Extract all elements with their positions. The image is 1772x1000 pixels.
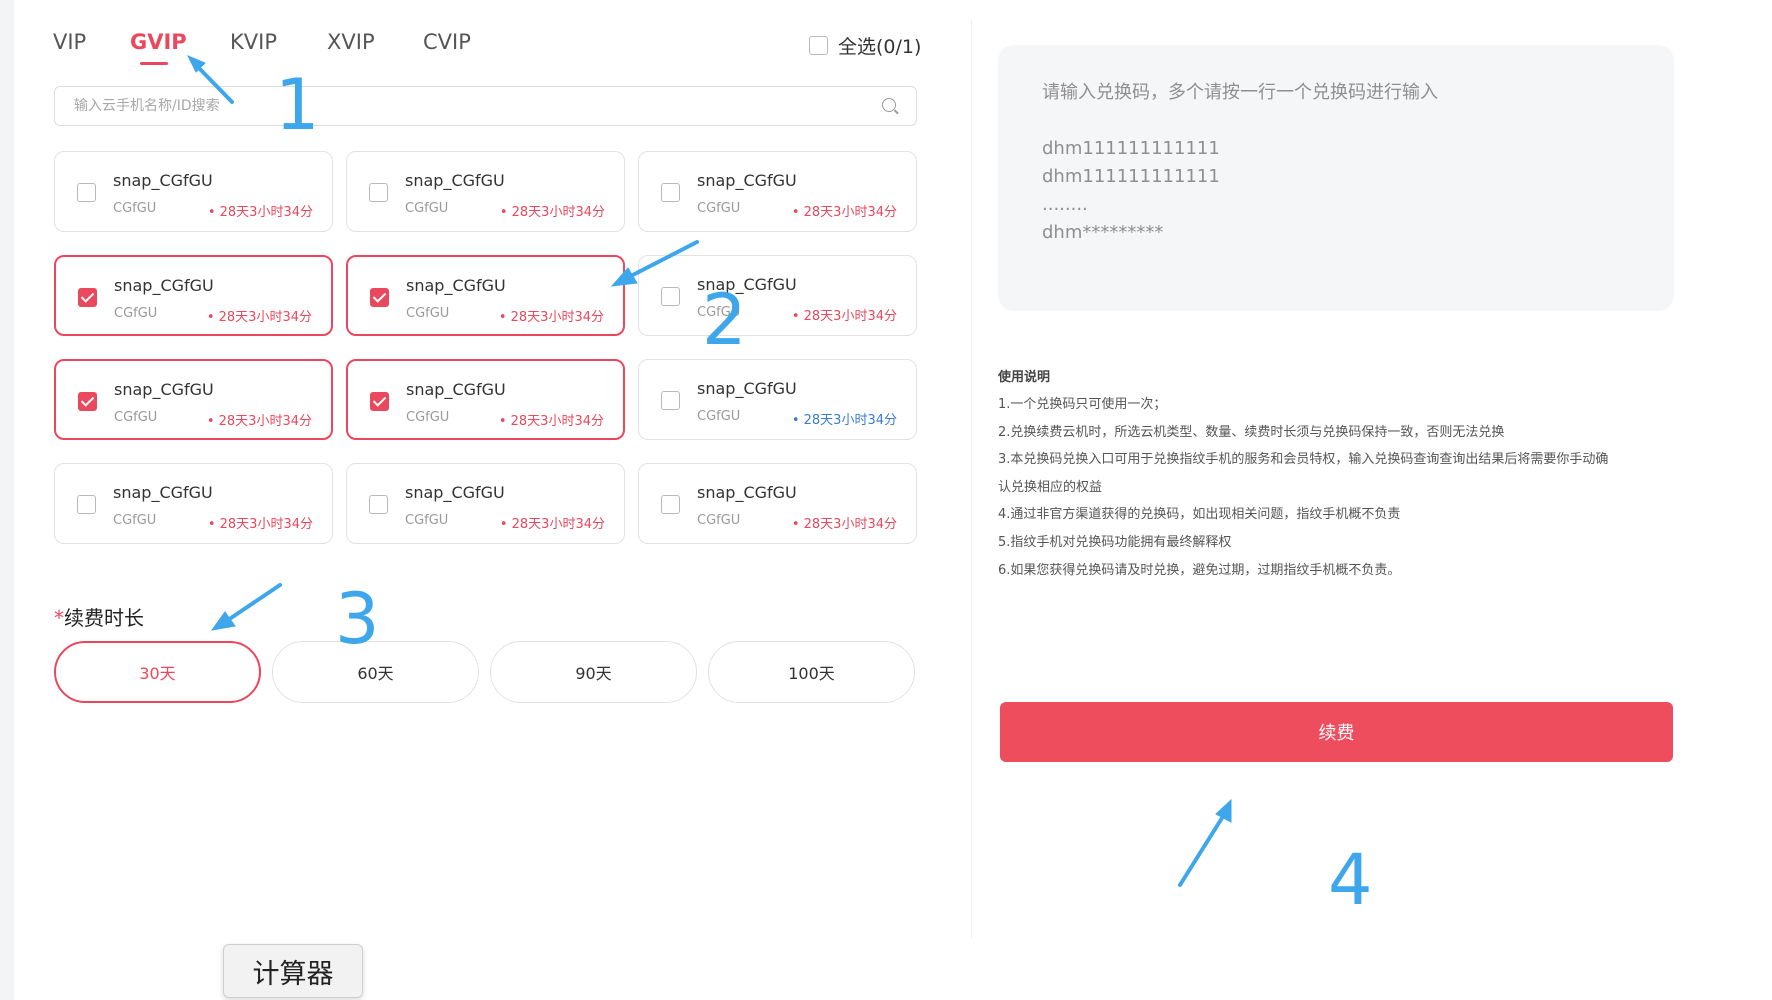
instruction-line: 1.一个兑换码只可使用一次； [998, 397, 1167, 412]
tab-kvip[interactable]: KVIP [230, 30, 277, 54]
device-checkbox[interactable] [78, 288, 97, 307]
device-checkbox[interactable] [370, 288, 389, 307]
renewal-page: VIP GVIP KVIP XVIP CVIP 全选(0/1) snap_CGf… [14, 0, 1772, 1000]
device-card[interactable]: snap_CGfGU CGfGU • 28天3小时34分 [54, 255, 333, 336]
duration-label-text: 续费时长 [64, 606, 144, 630]
annotation-number-4: 4 [1328, 839, 1373, 921]
duration-option[interactable]: 90天 [490, 641, 697, 703]
duration-option[interactable]: 100天 [708, 641, 915, 703]
device-name: snap_CGfGU [113, 171, 213, 190]
device-checkbox[interactable] [369, 183, 388, 202]
device-card[interactable]: snap_CGfGU CGfGU • 28天3小时34分 [638, 359, 917, 440]
calculator-tooltip: 计算器 [223, 944, 363, 998]
annotation-number-2: 2 [702, 279, 747, 361]
device-search [54, 86, 917, 126]
device-name: snap_CGfGU [114, 380, 214, 399]
instruction-line: 6.如果您获得兑换码请及时兑换，避免过期，过期指纹手机概不负责。 [998, 562, 1401, 578]
device-card[interactable]: snap_CGfGU CGfGU • 28天3小时34分 [54, 359, 333, 440]
device-remaining-time: • 28天3小时34分 [206, 414, 312, 429]
device-remaining-time: • 28天3小时34分 [499, 517, 605, 532]
device-remaining-time: • 28天3小时34分 [791, 517, 897, 532]
device-remaining-time: • 28天3小时34分 [499, 205, 605, 220]
instruction-line: 2.兑换续费云机时，所选云机类型、数量、续费时长须与兑换码保持一致，否则无法兑换 [998, 424, 1505, 440]
select-all-checkbox[interactable] [809, 36, 828, 55]
device-remaining-time: • 28天3小时34分 [791, 205, 897, 220]
device-checkbox[interactable] [369, 495, 388, 514]
device-remaining-time: • 28天3小时34分 [791, 413, 897, 428]
device-card[interactable]: snap_CGfGU CGfGU • 28天3小时34分 [346, 463, 625, 544]
tab-cvip[interactable]: CVIP [423, 30, 471, 54]
instruction-line: 5.指纹手机对兑换码功能拥有最终解释权 [998, 534, 1232, 550]
device-remaining-time: • 28天3小时34分 [206, 310, 312, 325]
device-remaining-time: • 28天3小时34分 [207, 517, 313, 532]
device-checkbox[interactable] [77, 495, 96, 514]
required-mark: * [54, 606, 64, 630]
instruction-line: 3.本兑换码兑换入口可用于兑换指纹手机的服务和会员特权，输入兑换码查询查询出结果… [998, 452, 1609, 468]
device-card[interactable]: snap_CGfGU CGfGU • 28天3小时34分 [54, 151, 333, 232]
device-card[interactable]: snap_CGfGU CGfGU • 28天3小时34分 [638, 463, 917, 544]
redeem-code-input[interactable] [998, 45, 1674, 311]
device-id: CGfGU [113, 201, 157, 216]
tab-gvip[interactable]: GVIP [130, 30, 187, 54]
device-id: CGfGU [697, 513, 741, 528]
device-card[interactable]: snap_CGfGU CGfGU • 28天3小时34分 [638, 255, 917, 336]
tab-xvip[interactable]: XVIP [327, 30, 375, 54]
annotation-number-3: 3 [335, 578, 380, 660]
device-id: CGfGU [405, 201, 449, 216]
search-icon[interactable] [882, 98, 896, 112]
device-checkbox[interactable] [661, 287, 680, 306]
column-divider [971, 20, 972, 938]
vip-type-tabs: VIP GVIP KVIP XVIP CVIP 全选(0/1) [14, 0, 934, 80]
instructions-title: 使用说明 [998, 370, 1051, 385]
duration-option[interactable]: 30天 [54, 641, 261, 703]
device-name: snap_CGfGU [406, 380, 506, 399]
device-grid: snap_CGfGU CGfGU • 28天3小时34分 snap_CGfGU CGfG… [54, 151, 917, 544]
instructions-list: 1.一个兑换码只可使用一次； 2.兑换续费云机时，所选云机类型、数量、续费时长须与… [998, 391, 1674, 584]
device-card[interactable]: snap_CGfGU CGfGU • 28天3小时34分 [346, 359, 625, 440]
device-id: CGfGU [697, 201, 741, 216]
device-id: CGfGU [406, 306, 450, 321]
device-checkbox[interactable] [661, 183, 680, 202]
device-remaining-time: • 28天3小时34分 [498, 414, 604, 429]
device-name: snap_CGfGU [697, 379, 797, 398]
device-id: CGfGU [114, 410, 158, 425]
device-card[interactable]: snap_CGfGU CGfGU • 28天3小时34分 [638, 151, 917, 232]
instruction-line: 4.通过非官方渠道获得的兑换码，如出现相关问题，指纹手机概不负责 [998, 507, 1401, 523]
instruction-line: 认兑换相应的权益 [998, 479, 1103, 495]
device-id: CGfGU [113, 513, 157, 528]
device-name: snap_CGfGU [405, 171, 505, 190]
device-checkbox[interactable] [78, 392, 97, 411]
device-id: CGfGU [406, 410, 450, 425]
search-input[interactable] [55, 87, 916, 125]
annotation-number-1: 1 [275, 64, 320, 146]
device-id: CGfGU [114, 306, 158, 321]
duration-label: *续费时长 [54, 602, 144, 631]
device-name: snap_CGfGU [113, 483, 213, 502]
device-name: snap_CGfGU [405, 483, 505, 502]
active-tab-underline [140, 62, 168, 65]
device-remaining-time: • 28天3小时34分 [791, 309, 897, 324]
device-name: snap_CGfGU [697, 483, 797, 502]
device-checkbox[interactable] [370, 392, 389, 411]
device-id: CGfGU [697, 409, 741, 424]
device-remaining-time: • 28天3小时34分 [207, 205, 313, 220]
device-name: snap_CGfGU [697, 171, 797, 190]
duration-options: 30天 60天 90天 100天 [54, 641, 917, 703]
device-checkbox[interactable] [661, 391, 680, 410]
select-all-toggle[interactable]: 全选(0/1) [809, 32, 921, 59]
tab-vip[interactable]: VIP [53, 30, 86, 54]
device-name: snap_CGfGU [406, 276, 506, 295]
renew-button[interactable]: 续费 [1000, 702, 1673, 762]
device-remaining-time: • 28天3小时34分 [498, 310, 604, 325]
device-checkbox[interactable] [77, 183, 96, 202]
device-card[interactable]: snap_CGfGU CGfGU • 28天3小时34分 [346, 151, 625, 232]
device-card[interactable]: snap_CGfGU CGfGU • 28天3小时34分 [54, 463, 333, 544]
device-card[interactable]: snap_CGfGU CGfGU • 28天3小时34分 [346, 255, 625, 336]
device-checkbox[interactable] [661, 495, 680, 514]
select-all-label: 全选(0/1) [838, 36, 922, 58]
device-id: CGfGU [405, 513, 449, 528]
device-name: snap_CGfGU [114, 276, 214, 295]
